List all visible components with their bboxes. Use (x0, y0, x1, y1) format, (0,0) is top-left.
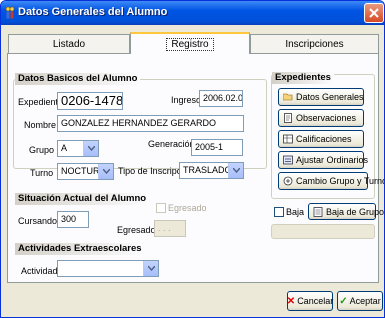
cancel-label: Cancelar (297, 296, 334, 306)
baja-label: Baja (286, 207, 305, 217)
nombre-label: Nombre (24, 120, 57, 130)
ingreso-field[interactable]: 2006.02.01 (199, 90, 243, 107)
accept-label: Aceptar (349, 296, 381, 306)
actividad-select[interactable] (57, 260, 159, 277)
cursando-field[interactable]: 300 (57, 211, 89, 228)
baja-grupos-label: Baja de Grupos (326, 206, 385, 217)
chevron-down-icon[interactable] (143, 261, 158, 276)
egresado-checkbox-label: Egresado (168, 203, 207, 213)
tipo-inscripcion-value: TRASLADO (183, 165, 232, 175)
grades-icon (283, 134, 293, 144)
accept-button[interactable]: ✓ Aceptar (337, 291, 383, 311)
baja-checkbox[interactable] (274, 207, 284, 217)
grupo-label: Grupo (29, 145, 55, 155)
egresado-field: . . . (154, 220, 186, 237)
grupo-select[interactable]: A (57, 140, 99, 157)
nombre-field[interactable]: GONZALEZ HERNANDEZ GERARDO (57, 115, 244, 132)
calificaciones-label: Calificaciones (296, 134, 352, 144)
checkmark-icon: ✓ (339, 295, 348, 307)
change-group-icon (283, 176, 293, 186)
app-window: Datos Generales del Alumno Listado Regis… (0, 0, 385, 318)
adjust-icon (283, 155, 293, 165)
situacion-title: Situación Actual del Alumno (15, 193, 150, 205)
chevron-down-icon[interactable] (83, 141, 98, 156)
folder-open-icon (283, 92, 293, 102)
turno-select[interactable]: NOCTURNO (57, 163, 114, 180)
baja-info-box (271, 224, 375, 239)
observaciones-button[interactable]: Observaciones (278, 109, 364, 127)
baja-grupos-button[interactable]: Baja de Grupos (308, 203, 384, 220)
expedientes-title: Expedientes (272, 72, 334, 84)
cambio-grupo-turno-button[interactable]: Cambio Grupo y Turno (278, 172, 384, 190)
expediente-field[interactable]: 0206-1478 (57, 92, 123, 110)
turno-label: Turno (30, 168, 54, 178)
cursando-label: Cursando (18, 216, 58, 226)
basic-data-title: Datos Basicos del Alumno (15, 73, 141, 85)
tab-listado-label: Listado (52, 39, 86, 50)
chevron-down-icon[interactable] (98, 164, 113, 179)
grupo-value: A (61, 143, 68, 153)
cancel-button[interactable]: ✕ Cancelar (287, 291, 333, 311)
ajustar-ordinarios-label: Ajustar Ordinarios (296, 155, 369, 165)
tab-listado[interactable]: Listado (8, 34, 130, 54)
observaciones-label: Observaciones (296, 113, 357, 123)
tipo-inscripcion-select[interactable]: TRASLADO (179, 162, 244, 179)
close-button[interactable] (364, 3, 384, 23)
window-title: Datos Generales del Alumno (18, 6, 168, 18)
egresado-label: Egresado (117, 225, 156, 235)
cancel-icon: ✕ (286, 295, 296, 307)
generacion-field[interactable]: 2005-1 (191, 139, 243, 156)
calificaciones-button[interactable]: Calificaciones (278, 130, 364, 148)
tab-registro-label: Registro (166, 37, 214, 51)
generacion-label: Generación (148, 139, 195, 149)
list-icon (313, 206, 323, 217)
title-bar[interactable]: Datos Generales del Alumno (1, 1, 384, 25)
actividad-label: Actividad (21, 266, 58, 276)
egresado-checkbox[interactable] (156, 203, 166, 213)
close-icon (369, 8, 379, 18)
students-icon (5, 6, 15, 20)
window-body: Listado Registro Inscripciones Datos Bas… (4, 25, 384, 317)
registro-panel: Datos Basicos del Alumno Expediente 0206… (7, 53, 384, 283)
ajustar-ordinarios-button[interactable]: Ajustar Ordinarios (278, 151, 368, 169)
cambio-grupo-turno-label: Cambio Grupo y Turno (296, 176, 385, 186)
tab-inscripciones[interactable]: Inscripciones (250, 34, 379, 54)
datos-generales-label: Datos Generales (296, 92, 364, 102)
chevron-down-icon[interactable] (228, 163, 243, 178)
document-icon (283, 113, 293, 123)
tab-registro[interactable]: Registro (130, 32, 250, 54)
actividades-title: Actividades Extraescolares (15, 243, 145, 255)
datos-generales-button[interactable]: Datos Generales (278, 88, 364, 106)
tab-inscripciones-label: Inscripciones (285, 39, 344, 50)
ingreso-label: Ingreso (171, 95, 202, 105)
